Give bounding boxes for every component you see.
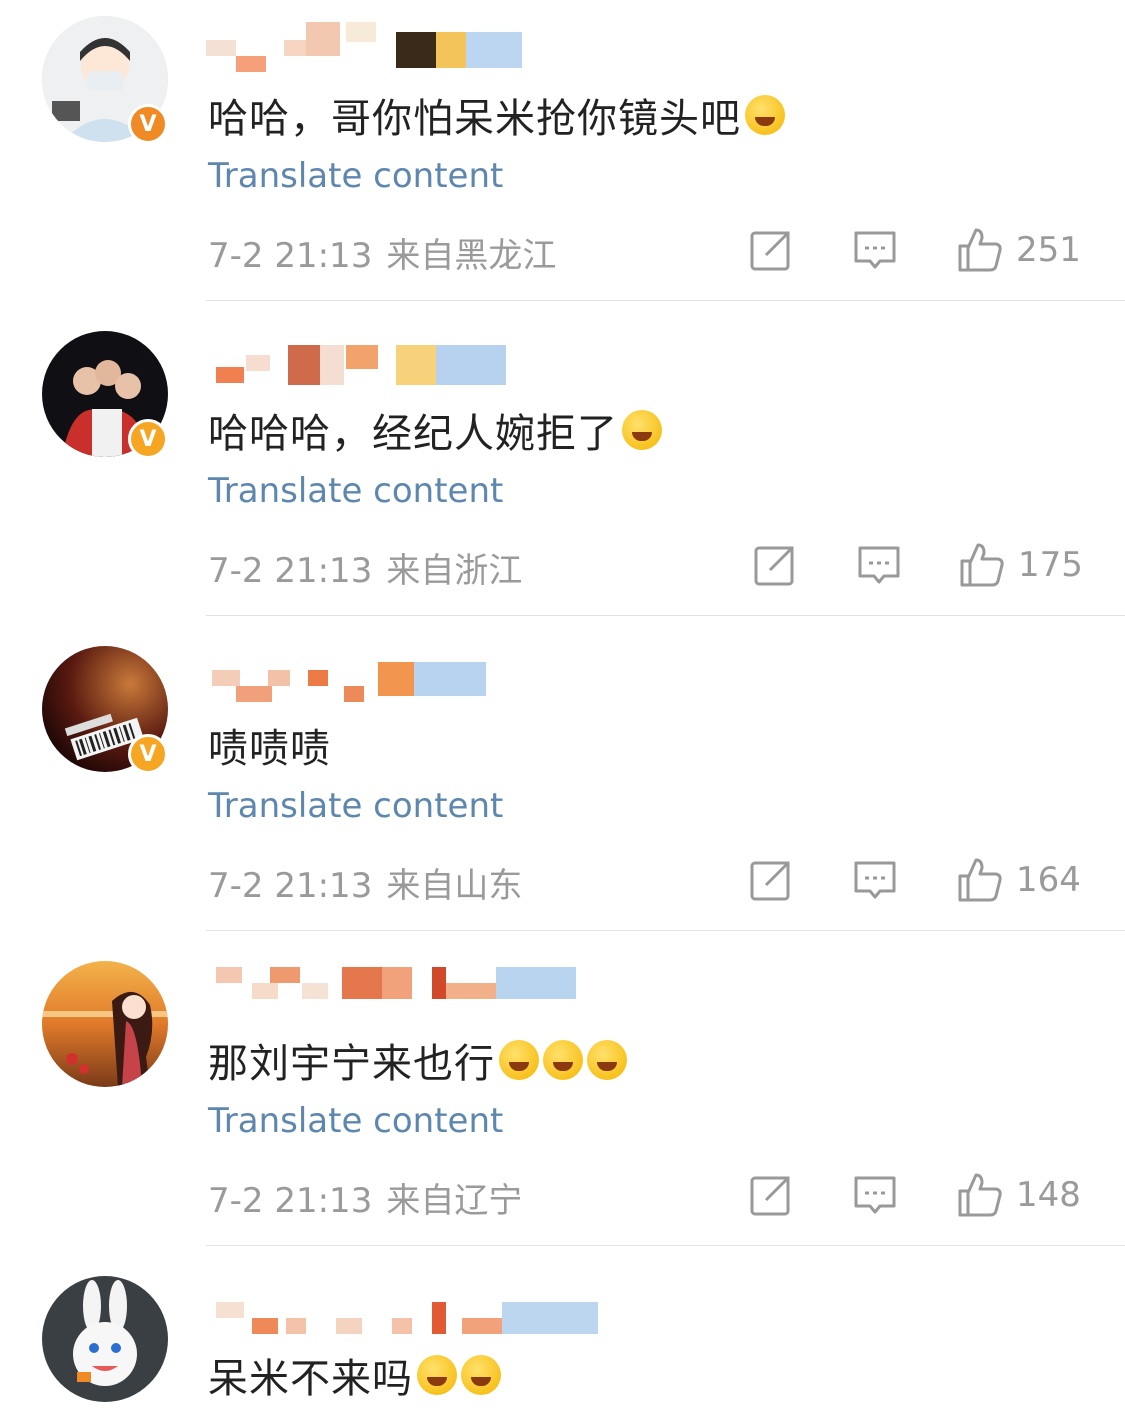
like-button[interactable]: 251	[956, 226, 1081, 274]
pleading-emoji-icon	[461, 1355, 501, 1395]
repost-icon	[750, 231, 790, 271]
thumbs-up-icon	[958, 1173, 1002, 1217]
verified-badge-icon: V	[128, 734, 168, 774]
sad-emoji-icon	[417, 1355, 457, 1395]
repost-button[interactable]	[752, 541, 798, 589]
comment-time: 7-2 21:13	[208, 236, 373, 276]
comment-actions: 164	[748, 856, 1088, 906]
divider	[206, 930, 1125, 931]
repost-icon	[754, 546, 794, 586]
divider	[206, 1245, 1125, 1246]
like-button[interactable]: 148	[956, 1171, 1081, 1219]
comment-item: V 哈哈哈，经纪人婉拒了 Translate content 7-2 21:13…	[0, 315, 1125, 630]
comment-text: 哈哈哈，经纪人婉拒了	[208, 401, 662, 459]
comment-text-content: 呆米不来吗	[208, 1356, 413, 1402]
username-blurred[interactable]	[206, 1282, 606, 1334]
comment-text: 呆米不来吗	[208, 1346, 501, 1404]
comment-location: 来自浙江	[386, 551, 523, 591]
comment-icon	[854, 231, 896, 269]
comment-meta: 7-2 21:13 来自山东	[208, 858, 522, 907]
username-blurred[interactable]	[206, 652, 606, 702]
comment-text: 哈哈，哥你怕呆米抢你镜头吧	[208, 86, 785, 144]
comment-item: V 哈哈，哥你怕呆米抢你镜头吧 Translate content 7-2 21…	[0, 0, 1125, 315]
crying-emoji-icon	[499, 1040, 539, 1080]
repost-icon	[750, 861, 790, 901]
translate-content-link[interactable]: Translate content	[208, 156, 503, 196]
thumbs-up-icon	[960, 543, 1004, 587]
avatar[interactable]	[42, 1276, 168, 1402]
username-blurred[interactable]	[206, 337, 606, 387]
translate-content-link[interactable]: Translate content	[208, 471, 503, 511]
comment-reply-button[interactable]	[852, 1171, 898, 1219]
username-blurred[interactable]	[206, 967, 606, 1017]
comment-icon	[858, 546, 900, 584]
translate-content-link[interactable]: Translate content	[208, 1101, 503, 1141]
comment-meta: 7-2 21:13 来自辽宁	[208, 1173, 522, 1222]
thumbs-up-icon	[958, 228, 1002, 272]
grin-emoji-icon	[745, 95, 785, 135]
comment-time: 7-2 21:13	[208, 1181, 373, 1221]
thumbs-up-icon	[958, 858, 1002, 902]
like-count: 164	[1016, 860, 1081, 900]
comment-text-content: 哈哈，哥你怕呆米抢你镜头吧	[208, 96, 741, 142]
comment-reply-button[interactable]	[856, 541, 902, 589]
username-blurred[interactable]	[206, 22, 606, 72]
like-button[interactable]: 164	[956, 856, 1081, 904]
comment-icon	[854, 1176, 896, 1214]
comment-meta: 7-2 21:13 来自黑龙江	[208, 228, 556, 277]
comment-item: 那刘宇宁来也行 Translate content 7-2 21:13 来自辽宁 …	[0, 945, 1125, 1260]
comment-time: 7-2 21:13	[208, 551, 373, 591]
like-count: 175	[1018, 545, 1083, 585]
comment-icon	[854, 861, 896, 899]
like-count: 148	[1016, 1175, 1081, 1215]
comment-time: 7-2 21:13	[208, 866, 373, 906]
divider	[206, 300, 1125, 301]
comment-text-content: 哈哈哈，经纪人婉拒了	[208, 411, 618, 457]
comment-actions: 251	[748, 226, 1088, 276]
avatar[interactable]	[42, 961, 168, 1087]
comment-reply-button[interactable]	[852, 856, 898, 904]
crying-emoji-icon	[543, 1040, 583, 1080]
verified-badge-icon: V	[128, 104, 168, 144]
comment-text: 啧啧啧	[208, 716, 331, 774]
comment-text-content: 那刘宇宁来也行	[208, 1041, 495, 1087]
like-button[interactable]: 175	[958, 541, 1083, 589]
comment-location: 来自黑龙江	[386, 236, 557, 276]
comment-location: 来自辽宁	[386, 1181, 523, 1221]
repost-button[interactable]	[748, 1171, 794, 1219]
comment-text-content: 啧啧啧	[208, 726, 331, 772]
repost-button[interactable]	[748, 856, 794, 904]
repost-icon	[750, 1176, 790, 1216]
comment-item: V 啧啧啧 Translate content 7-2 21:13 来自山东 16…	[0, 630, 1125, 945]
comment-actions: 148	[748, 1171, 1088, 1221]
like-count: 251	[1016, 230, 1081, 270]
divider	[206, 615, 1125, 616]
translate-content-link[interactable]: Translate content	[208, 786, 503, 826]
comment-item: 呆米不来吗	[0, 1260, 1125, 1425]
comment-actions: 175	[748, 541, 1088, 591]
comment-meta: 7-2 21:13 来自浙江	[208, 543, 522, 592]
repost-button[interactable]	[748, 226, 794, 274]
comment-reply-button[interactable]	[852, 226, 898, 274]
comment-text: 那刘宇宁来也行	[208, 1031, 627, 1089]
laugh-cry-emoji-icon	[622, 410, 662, 450]
crying-emoji-icon	[587, 1040, 627, 1080]
verified-badge-icon: V	[128, 419, 168, 459]
comment-location: 来自山东	[386, 866, 523, 906]
